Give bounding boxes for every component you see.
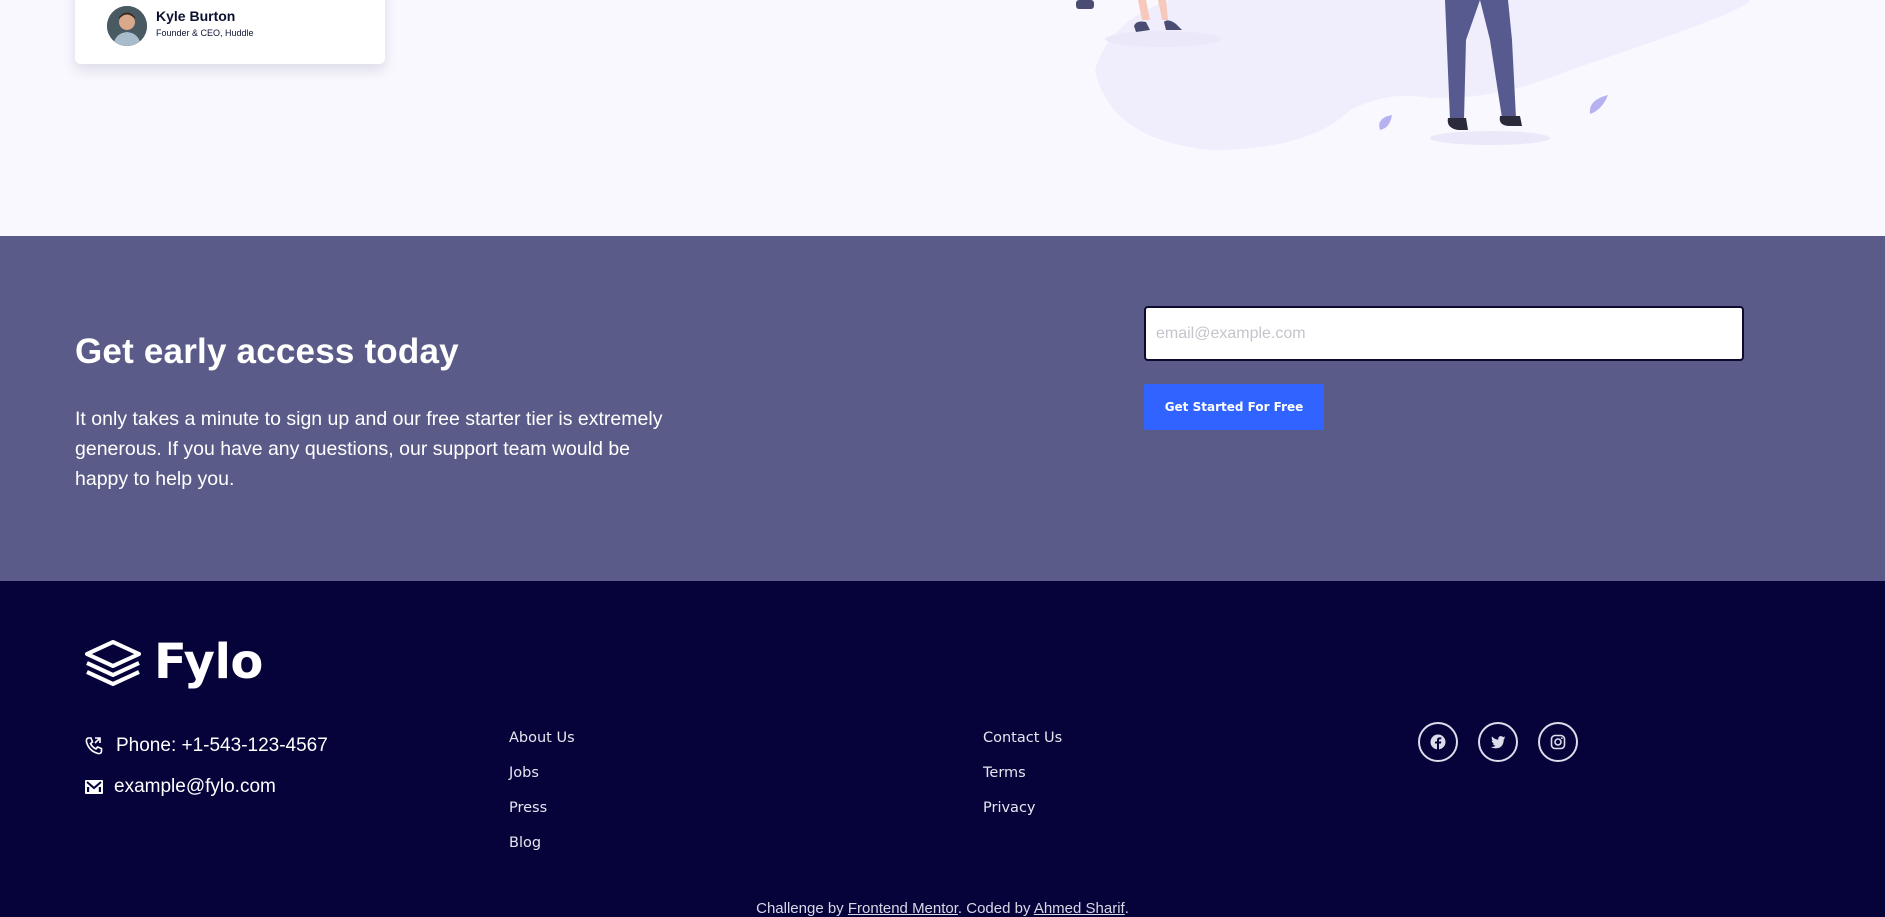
- privacy-link[interactable]: Privacy: [983, 800, 1036, 816]
- testimonial-title: Founder & CEO, Huddle: [156, 28, 254, 38]
- brand-name: Fylo: [154, 634, 263, 690]
- get-started-button[interactable]: Get Started For Free: [1144, 384, 1324, 430]
- mail-icon: [84, 777, 104, 797]
- phone-text: Phone: +1-543-123-4567: [116, 735, 328, 756]
- footer-link-item: Contact Us: [983, 729, 1062, 764]
- fylo-logo-icon: [85, 640, 141, 686]
- footer: Fylo Phone: +1-543-123-4567 example@fylo…: [0, 581, 1885, 917]
- twitter-button[interactable]: [1478, 722, 1518, 762]
- contact-email: example@fylo.com: [84, 776, 276, 798]
- footer-link-item: Terms: [983, 764, 1062, 799]
- fylo-logo[interactable]: Fylo: [84, 634, 284, 692]
- press-link[interactable]: Press: [509, 800, 547, 816]
- footer-link-item: Blog: [509, 834, 575, 869]
- social-links: [1418, 722, 1578, 762]
- footer-link-item: Privacy: [983, 799, 1062, 834]
- phone-icon: [84, 736, 104, 756]
- hero-illustration: [1076, 0, 1750, 150]
- twitter-icon: [1490, 736, 1506, 749]
- early-access-section: Get early access today It only takes a m…: [0, 236, 1885, 581]
- footer-links-company: About Us Jobs Press Blog: [509, 729, 575, 869]
- facebook-icon: [1430, 734, 1446, 750]
- footer-link-item: Press: [509, 799, 575, 834]
- footer-link-item: Jobs: [509, 764, 575, 799]
- early-access-heading: Get early access today: [75, 332, 459, 371]
- terms-link[interactable]: Terms: [983, 765, 1026, 781]
- about-us-link[interactable]: About Us: [509, 730, 575, 746]
- facebook-button[interactable]: [1418, 722, 1458, 762]
- testimonial-card: Kyle Burton Founder & CEO, Huddle: [75, 0, 385, 64]
- testimonial-name: Kyle Burton: [156, 8, 236, 24]
- contact-phone: Phone: +1-543-123-4567: [84, 735, 328, 757]
- footer-links-support: Contact Us Terms Privacy: [983, 729, 1062, 834]
- attribution: Challenge by Frontend Mentor. Coded by A…: [0, 900, 1885, 917]
- footer-link-item: About Us: [509, 729, 575, 764]
- instagram-icon: [1550, 734, 1566, 750]
- early-access-description: It only takes a minute to sign up and ou…: [75, 408, 663, 490]
- jobs-link[interactable]: Jobs: [509, 765, 539, 781]
- author-link[interactable]: Ahmed Sharif: [1034, 900, 1125, 917]
- instagram-button[interactable]: [1538, 722, 1578, 762]
- blog-link[interactable]: Blog: [509, 835, 541, 851]
- avatar: [107, 6, 147, 46]
- email-text: example@fylo.com: [114, 776, 276, 797]
- testimonial-section: Kyle Burton Founder & CEO, Huddle: [0, 0, 1885, 236]
- attribution-suffix: .: [1124, 900, 1129, 917]
- attribution-middle: . Coded by: [957, 900, 1034, 917]
- frontend-mentor-link[interactable]: Frontend Mentor: [848, 900, 958, 917]
- attribution-prefix: Challenge by: [756, 900, 848, 917]
- email-input[interactable]: [1144, 306, 1744, 361]
- contact-us-link[interactable]: Contact Us: [983, 730, 1062, 746]
